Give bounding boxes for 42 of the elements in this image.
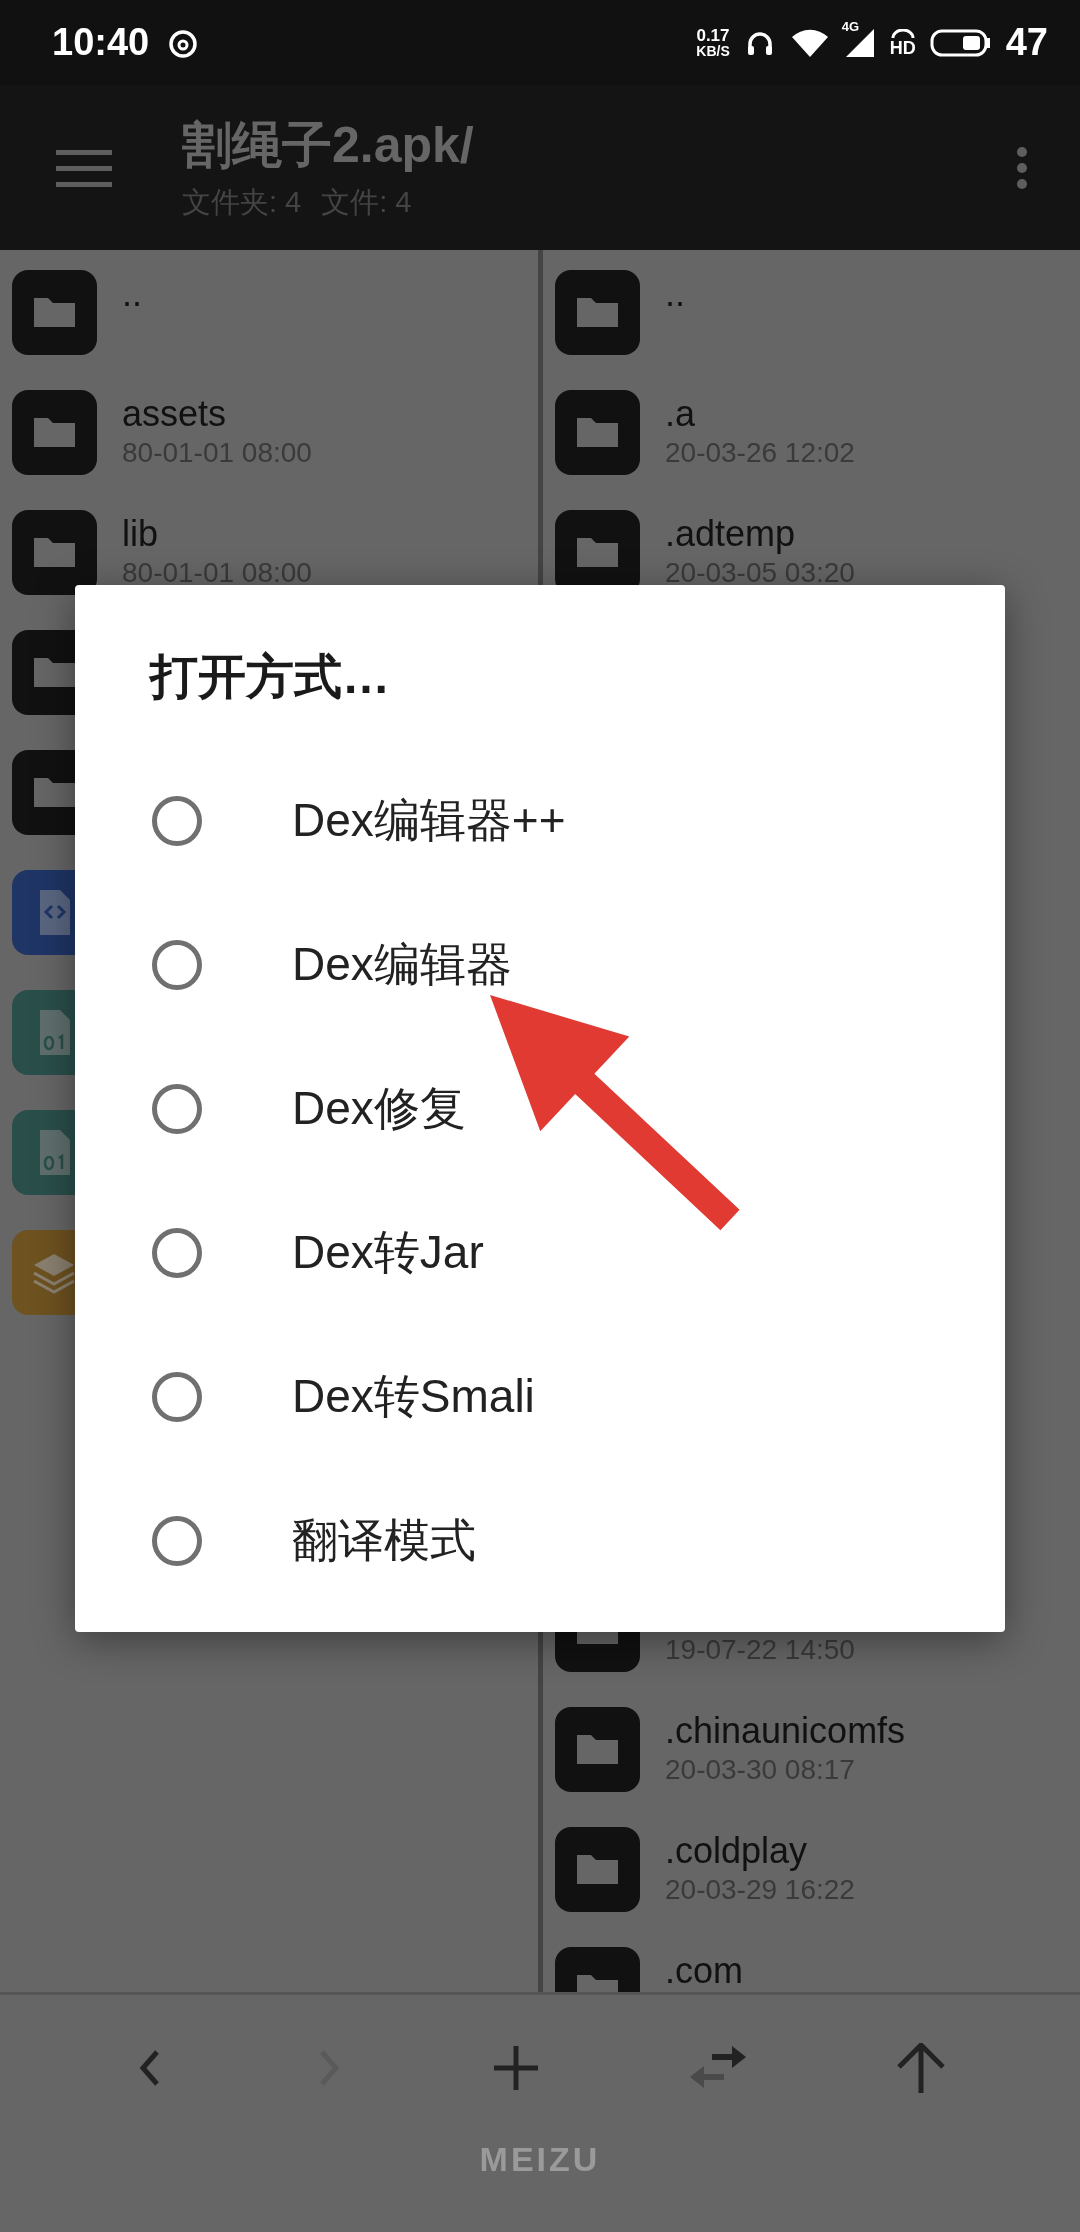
folder-icon — [12, 510, 97, 595]
radio-button[interactable] — [152, 1516, 202, 1566]
folder-icon — [555, 1707, 640, 1792]
radio-button[interactable] — [152, 1372, 202, 1422]
more-options-icon[interactable] — [1016, 145, 1028, 190]
add-icon[interactable] — [494, 2045, 538, 2090]
folder-icon — [555, 270, 640, 355]
file-name[interactable]: .coldplay — [665, 1827, 855, 1873]
file-name[interactable]: .. — [665, 270, 685, 316]
battery-icon — [929, 27, 992, 58]
option-label[interactable]: 翻译模式 — [292, 1510, 476, 1572]
radio-button[interactable] — [152, 1084, 202, 1134]
network-speed: 0.17 — [696, 27, 730, 44]
file-name[interactable]: .chinaunicomfs — [665, 1707, 906, 1753]
dialog-title: 打开方式… — [150, 649, 391, 705]
option-label[interactable]: Dex编辑器 — [292, 934, 512, 996]
clock: 10:40 — [52, 21, 150, 64]
option-label[interactable]: Dex转Smali — [292, 1366, 535, 1428]
phone-icon — [890, 28, 915, 39]
file-name[interactable]: lib — [122, 510, 312, 556]
file-name[interactable]: .com — [665, 1947, 743, 1992]
battery-level: 47 — [1005, 21, 1048, 64]
option-label[interactable]: Dex编辑器++ — [292, 790, 566, 852]
hd-label: HD — [889, 38, 916, 57]
option-label[interactable]: Dex修复 — [292, 1078, 466, 1140]
file-name[interactable]: assets — [122, 390, 312, 436]
folder-title: 割绳子2.apk/ — [182, 116, 475, 175]
menu-icon[interactable] — [56, 147, 112, 188]
network-speed-unit: KB/S — [696, 44, 730, 58]
radio-button[interactable] — [152, 796, 202, 846]
folder-icon — [12, 270, 97, 355]
file-name[interactable]: .adtemp — [665, 510, 855, 556]
radio-button[interactable] — [152, 1228, 202, 1278]
up-arrow-icon[interactable] — [897, 2042, 946, 2093]
network-type: 4G — [841, 18, 860, 34]
file-name[interactable]: .a — [665, 390, 855, 436]
radio-button[interactable] — [152, 940, 202, 990]
folder-icon — [555, 1827, 640, 1912]
option-label[interactable]: Dex转Jar — [292, 1222, 484, 1284]
folder-icon — [555, 390, 640, 475]
folder-icon — [12, 390, 97, 475]
file-name[interactable]: .. — [122, 270, 142, 316]
